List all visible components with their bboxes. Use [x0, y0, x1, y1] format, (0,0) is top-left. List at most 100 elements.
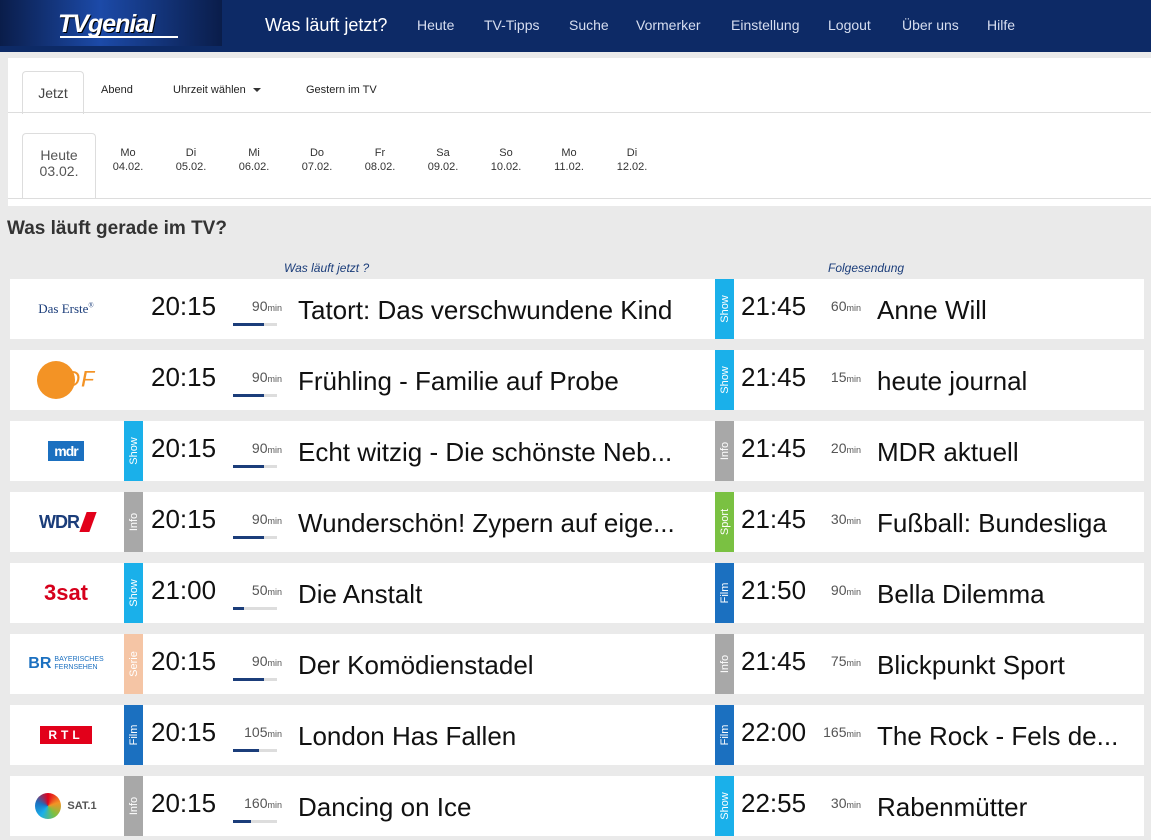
duration: 50min — [222, 582, 282, 598]
program-row[interactable]: BR BAYERISCHES FERNSEHEN Serie 20:15 90min Der… — [10, 634, 1144, 694]
duration: 90min — [222, 298, 282, 314]
channel-logo[interactable]: RTL — [14, 711, 118, 759]
nav-ueber-uns[interactable]: Über uns — [902, 17, 959, 33]
next-duration-unit: min — [846, 587, 861, 597]
program-title[interactable]: Wunderschön! Zypern auf eige... — [298, 508, 698, 539]
das-erste-logo-text: Das Erste — [38, 301, 89, 316]
next-program-title[interactable]: The Rock - Fels de... — [877, 721, 1122, 752]
channel-logo[interactable]: 3sat — [14, 569, 118, 617]
program-row[interactable]: Das Erste® 20:15 90min Tatort: Das verschwu… — [10, 279, 1144, 339]
wdr-logo-text: WDR — [39, 511, 80, 532]
next-program-title[interactable]: Bella Dilemma — [877, 579, 1122, 610]
program-row[interactable]: SAT.1 Info 20:15 160min Dancing on Ice Show 22… — [10, 776, 1144, 836]
column-header-now: Was läuft jetzt ? — [284, 261, 370, 275]
next-program-title[interactable]: MDR aktuell — [877, 437, 1122, 468]
duration: 90min — [222, 369, 282, 385]
program-title[interactable]: Tatort: Das verschwundene Kind — [298, 295, 698, 326]
nav-suche[interactable]: Suche — [569, 17, 609, 33]
program-title[interactable]: Der Komödienstadel — [298, 650, 698, 681]
br-logo-line1: BAYERISCHES — [54, 656, 104, 663]
program-title[interactable]: Die Anstalt — [298, 579, 698, 610]
start-time: 20:15 — [151, 646, 217, 676]
nav-hilfe[interactable]: Hilfe — [987, 17, 1015, 33]
channel-logo[interactable]: ZDF — [14, 356, 118, 404]
nav-vormerker[interactable]: Vormerker — [636, 17, 701, 33]
progress-bar — [233, 394, 277, 397]
next-program-title[interactable]: Rabenmütter — [877, 792, 1122, 823]
day-name: Fr — [374, 147, 386, 159]
day-name: Mi — [248, 147, 260, 159]
day-name: Di — [185, 147, 197, 159]
nav-logout[interactable]: Logout — [828, 17, 871, 33]
next-program-title[interactable]: Blickpunkt Sport — [877, 650, 1122, 681]
genre-badge: Show — [124, 421, 143, 481]
next-duration: 15min — [801, 369, 861, 385]
next-duration: 30min — [801, 511, 861, 527]
next-genre-label: Info — [718, 654, 731, 674]
duration-unit: min — [267, 374, 282, 384]
day-item[interactable]: Mo 04.02. — [98, 146, 158, 174]
program-row[interactable]: WDR Info 20:15 90min Wunderschön! Zypern auf… — [10, 492, 1144, 552]
day-item[interactable]: Di 12.02. — [602, 146, 662, 174]
day-date: 09.02. — [427, 161, 459, 173]
channel-logo[interactable]: Das Erste® — [14, 285, 118, 333]
tab-jetzt[interactable]: Jetzt — [22, 71, 84, 114]
duration: 90min — [222, 440, 282, 456]
nav-einstellung[interactable]: Einstellung — [731, 17, 800, 33]
program-row[interactable]: RTL Film 20:15 105min London Has Fallen Film 2… — [10, 705, 1144, 765]
progress-bar — [233, 749, 277, 752]
zdf-logo: ZDF — [36, 361, 96, 399]
day-date: 10.02. — [490, 161, 522, 173]
next-start-time: 21:45 — [741, 362, 807, 392]
genre-badge: Serie — [124, 634, 143, 694]
duration-unit: min — [267, 587, 282, 597]
tab-gestern-im-tv[interactable]: Gestern im TV — [306, 84, 377, 96]
start-time: 20:15 — [151, 788, 217, 818]
progress-bar — [233, 323, 277, 326]
program-title[interactable]: Echt witzig - Die schönste Neb... — [298, 437, 698, 468]
program-title[interactable]: Dancing on Ice — [298, 792, 698, 823]
progress-fill — [233, 323, 264, 326]
next-genre-label: Show — [718, 366, 731, 394]
day-item[interactable]: So 10.02. — [476, 146, 536, 174]
day-item[interactable]: Do 07.02. — [287, 146, 347, 174]
day-item[interactable]: Fr 08.02. — [350, 146, 410, 174]
nav-was-laeuft-jetzt[interactable]: Was läuft jetzt? — [265, 15, 387, 36]
next-duration-unit: min — [846, 658, 861, 668]
program-title[interactable]: London Has Fallen — [298, 721, 698, 752]
program-row[interactable]: 3sat Show 21:00 50min Die Anstalt Film 21:50 90… — [10, 563, 1144, 623]
day-item[interactable]: Sa 09.02. — [413, 146, 473, 174]
sat1-logo-text: SAT.1 — [67, 800, 97, 812]
day-item[interactable]: Mo 11.02. — [539, 146, 599, 174]
channel-logo[interactable]: BR BAYERISCHES FERNSEHEN — [14, 640, 118, 688]
next-program-title[interactable]: Anne Will — [877, 295, 1122, 326]
next-program-title[interactable]: heute journal — [877, 366, 1122, 397]
next-duration: 20min — [801, 440, 861, 456]
day-item[interactable]: Mi 06.02. — [224, 146, 284, 174]
day-date: 08.02. — [364, 161, 396, 173]
3sat-logo-text: 3sat — [43, 580, 89, 605]
next-start-time: 21:45 — [741, 291, 807, 321]
tab-uhrzeit-waehlen[interactable]: Uhrzeit wählen — [173, 84, 261, 96]
program-row[interactable]: mdr Show 20:15 90min Echt witzig - Die schön… — [10, 421, 1144, 481]
progress-fill — [233, 820, 251, 823]
program-title[interactable]: Frühling - Familie auf Probe — [298, 366, 698, 397]
nav-heute[interactable]: Heute — [417, 17, 454, 33]
progress-bar — [233, 536, 277, 539]
logo-area[interactable]: TVgenial — [0, 0, 222, 46]
next-genre-badge: Info — [715, 634, 734, 694]
program-row[interactable]: ZDF20:1590minFrühling - Familie auf Prob… — [10, 350, 1144, 410]
tab-abend[interactable]: Abend — [101, 84, 133, 96]
channel-logo[interactable]: mdr — [14, 427, 118, 475]
next-genre-label: Show — [718, 295, 731, 323]
channel-logo[interactable]: SAT.1 — [14, 782, 118, 830]
next-duration-unit: min — [846, 729, 861, 739]
next-program-title[interactable]: Fußball: Bundesliga — [877, 508, 1122, 539]
day-item[interactable]: Di 05.02. — [161, 146, 221, 174]
day-heute[interactable]: Heute 03.02. — [22, 133, 96, 198]
top-navigation: TVgenial Was läuft jetzt? Heute TV-Tipps… — [0, 0, 1151, 52]
nav-tv-tipps[interactable]: TV-Tipps — [484, 17, 540, 33]
genre-label: Serie — [127, 651, 140, 677]
channel-logo[interactable]: WDR — [14, 498, 118, 546]
next-start-time: 22:55 — [741, 788, 807, 818]
